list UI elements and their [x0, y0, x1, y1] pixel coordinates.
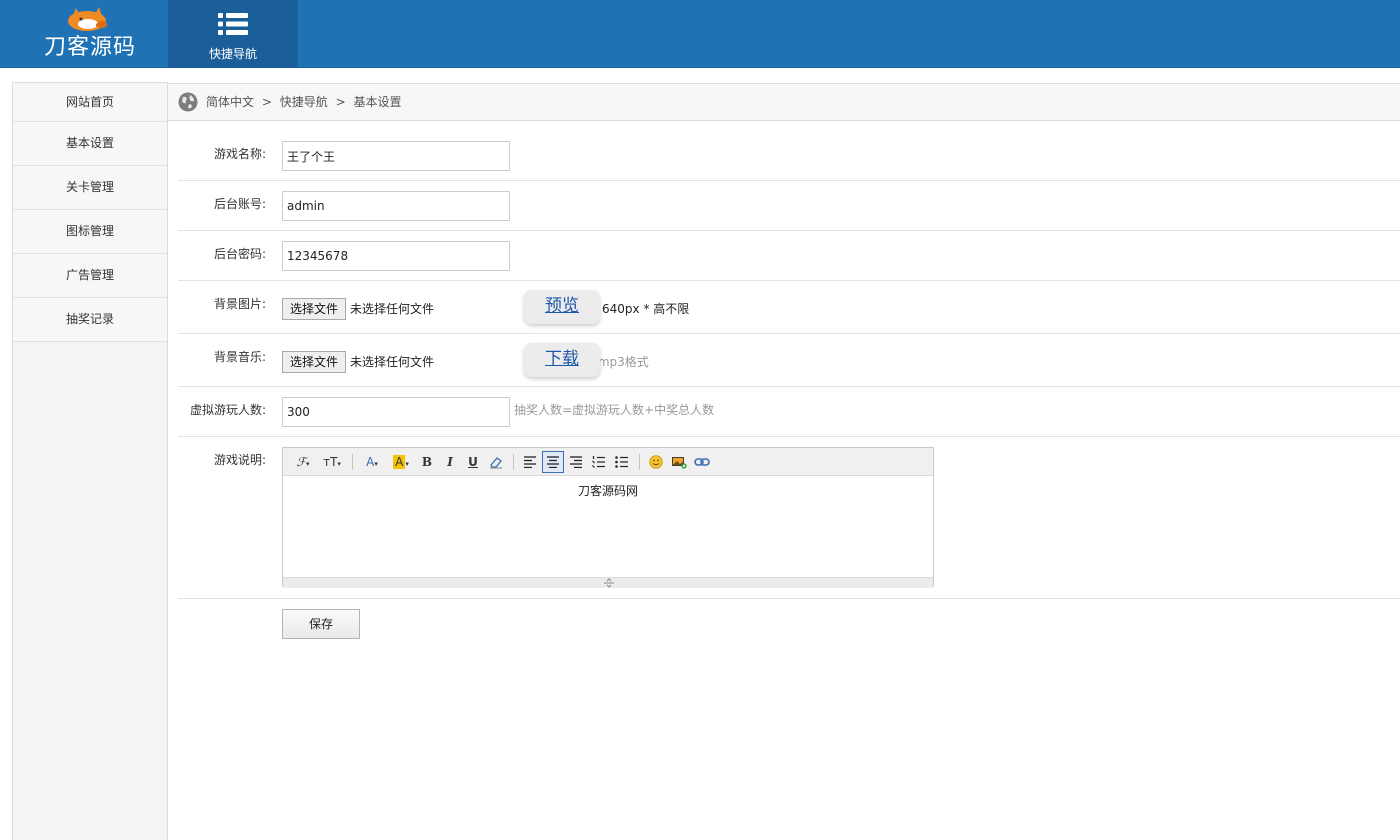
breadcrumb-item-current: 基本设置 [353, 95, 402, 109]
bg-music-download-link[interactable]: 下载 [524, 343, 600, 377]
admin-account-label: 后台账号: [213, 197, 266, 211]
bg-music-file-state: 未选择任何文件 [350, 355, 435, 369]
ordered-list-icon[interactable] [588, 451, 610, 473]
sidebar-item-basic-settings[interactable]: 基本设置 [13, 122, 167, 166]
sidebar-item-ads[interactable]: 广告管理 [13, 254, 167, 298]
logo-text: 刀客源码 [43, 35, 136, 60]
breadcrumb-separator: > [335, 95, 346, 109]
breadcrumb-separator: > [261, 95, 272, 109]
list-icon [218, 13, 248, 35]
highlight-color-icon[interactable]: A ▾ [387, 451, 415, 473]
toolbar-divider [639, 453, 640, 470]
virtual-players-label: 虚拟游玩人数: [189, 403, 266, 417]
admin-password-label: 后台密码: [213, 247, 266, 261]
eraser-icon[interactable] [485, 451, 507, 473]
align-right-icon[interactable] [565, 451, 587, 473]
sidebar-item-lottery-records[interactable]: 抽奖记录 [13, 298, 167, 342]
form-row-game-name: 游戏名称: [178, 131, 1400, 181]
globe-icon [178, 92, 198, 112]
bg-image-label: 背景图片: [213, 297, 266, 311]
save-button[interactable]: 保存 [282, 609, 360, 639]
bg-image-file-state: 未选择任何文件 [350, 302, 435, 316]
sidebar: 网站首页 基本设置 关卡管理 图标管理 广告管理 抽奖记录 [12, 82, 168, 840]
logo[interactable]: 刀客源码 [0, 0, 168, 68]
italic-icon[interactable]: I [439, 451, 461, 473]
quick-nav-button[interactable]: 快捷导航 [168, 0, 298, 68]
toolbar-divider [352, 453, 353, 470]
sidebar-item-icons[interactable]: 图标管理 [13, 210, 167, 254]
game-name-input[interactable] [282, 141, 510, 171]
breadcrumb-trail: 简体中文 > 快捷导航 > 基本设置 [206, 84, 401, 120]
resize-handle-icon [604, 578, 614, 588]
editor-resize-bar[interactable] [283, 577, 933, 588]
editor-content-area[interactable]: 刀客源码网 [283, 476, 933, 577]
fox-logo-icon [68, 7, 107, 31]
bold-icon[interactable]: B [416, 451, 438, 473]
font-color-icon[interactable]: A▾ [358, 451, 386, 473]
top-header: 刀客源码 快捷导航 [0, 0, 1400, 68]
admin-password-input[interactable] [282, 241, 510, 271]
form-row-virtual-players: 虚拟游玩人数: 抽奖人数=虚拟游玩人数+中奖总人数 [178, 387, 1400, 437]
font-family-icon[interactable]: ℱ▾ [289, 451, 317, 473]
bg-image-choose-file-button[interactable]: 选择文件 [282, 298, 346, 320]
form-row-description: 游戏说明: ℱ▾ ᴛT▾ A▾ A ▾ B I U 刀客源码网 [178, 437, 1400, 599]
form-row-admin-account: 后台账号: [178, 181, 1400, 231]
sidebar-item-home[interactable]: 网站首页 [13, 83, 167, 122]
toolbar-divider [513, 453, 514, 470]
emoji-icon[interactable] [645, 451, 667, 473]
breadcrumb-item-quick-nav[interactable]: 快捷导航 [280, 95, 328, 109]
game-name-label: 游戏名称: [213, 147, 266, 161]
rich-text-editor: ℱ▾ ᴛT▾ A▾ A ▾ B I U 刀客源码网 [282, 447, 934, 588]
unordered-list-icon[interactable] [611, 451, 633, 473]
form-row-bg-image: 背景图片: 选择文件 未选择任何文件 预览 640px * 高不限 [178, 281, 1400, 334]
sidebar-item-levels[interactable]: 关卡管理 [13, 166, 167, 210]
editor-toolbar: ℱ▾ ᴛT▾ A▾ A ▾ B I U [283, 448, 933, 476]
virtual-players-input[interactable] [282, 397, 510, 427]
breadcrumb-item-language[interactable]: 简体中文 [206, 95, 254, 109]
underline-icon[interactable]: U [462, 451, 484, 473]
align-center-icon[interactable] [542, 450, 564, 473]
link-icon[interactable] [691, 451, 713, 473]
form-row-admin-password: 后台密码: [178, 231, 1400, 281]
editor-content-text: 刀客源码网 [577, 484, 638, 498]
bg-image-preview-link[interactable]: 预览 [524, 290, 600, 324]
font-size-icon[interactable]: ᴛT▾ [318, 451, 346, 473]
description-label: 游戏说明: [213, 453, 266, 467]
bg-music-choose-file-button[interactable]: 选择文件 [282, 351, 346, 373]
insert-image-icon[interactable] [668, 451, 690, 473]
quick-nav-label: 快捷导航 [208, 47, 257, 61]
admin-account-input[interactable] [282, 191, 510, 221]
bg-music-format-hint: .mp3格式 [594, 355, 649, 369]
breadcrumb: 简体中文 > 快捷导航 > 基本设置 [168, 83, 1400, 121]
form-row-bg-music: 背景音乐: 选择文件 未选择任何文件 .mp3格式 下载 [178, 334, 1400, 387]
bg-music-label: 背景音乐: [213, 350, 266, 364]
virtual-players-hint: 抽奖人数=虚拟游玩人数+中奖总人数 [514, 403, 715, 417]
bg-image-size-hint: 640px * 高不限 [602, 302, 690, 316]
align-left-icon[interactable] [519, 451, 541, 473]
